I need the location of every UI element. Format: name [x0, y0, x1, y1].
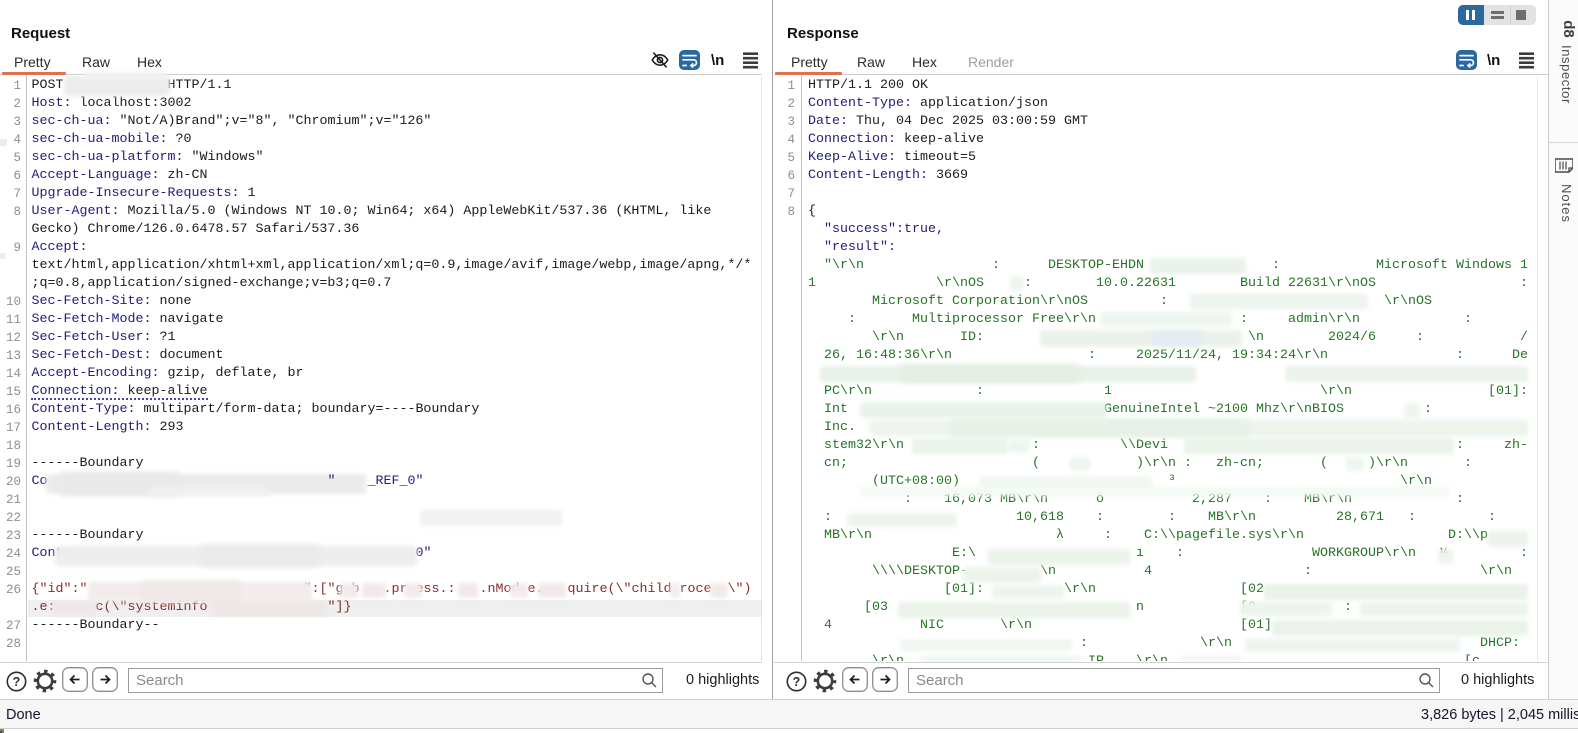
svg-text:?: ? — [793, 675, 801, 689]
svg-text:?: ? — [13, 675, 21, 689]
